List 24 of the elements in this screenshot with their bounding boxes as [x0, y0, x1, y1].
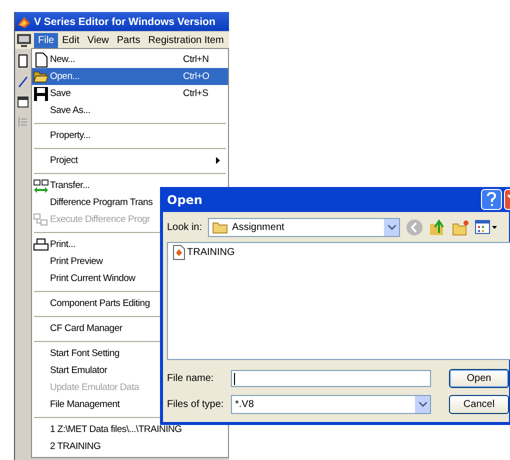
document-entry[interactable]: TRAINING	[171, 245, 237, 260]
menu-item[interactable]: Save Ctrl+S	[32, 85, 228, 102]
menu-bar-item[interactable]: View	[83, 32, 113, 48]
menu-bar-item[interactable]: Edit	[58, 32, 84, 48]
menu-item[interactable]: New... Ctrl+N	[32, 51, 228, 68]
window-title: V Series Editor for Windows Version	[34, 16, 216, 28]
files-of-type-label: Files of type:	[167, 399, 225, 410]
menu-item[interactable]: Project	[32, 152, 228, 169]
file-name-label: File name:	[167, 373, 215, 384]
look-in-dropdown[interactable]: Assignment	[208, 218, 400, 236]
dialog-title: Open	[167, 192, 202, 206]
cancel-button[interactable]: Cancel	[449, 395, 509, 414]
menu-item[interactable]: Transfer...	[32, 177, 228, 194]
menu-bar-item[interactable]: Registration Item	[144, 32, 228, 48]
menu-item[interactable]: 1 Z:\MET Data files\...\TRAINING	[32, 421, 228, 438]
menu-item[interactable]: Open... Ctrl+O	[32, 68, 228, 85]
menu-bar-item[interactable]: File	[34, 32, 58, 48]
look-in-label: Look in:	[167, 222, 202, 232]
menu-item[interactable]: Property...	[32, 127, 228, 144]
open-button[interactable]: Open	[449, 369, 509, 388]
menu-item[interactable]: Save As...	[32, 102, 228, 119]
menu-item[interactable]: 2 TRAINING	[32, 438, 228, 455]
files-of-type-dropdown[interactable]: *.V8	[231, 395, 431, 414]
menu-bar-item[interactable]: Parts	[112, 32, 144, 48]
